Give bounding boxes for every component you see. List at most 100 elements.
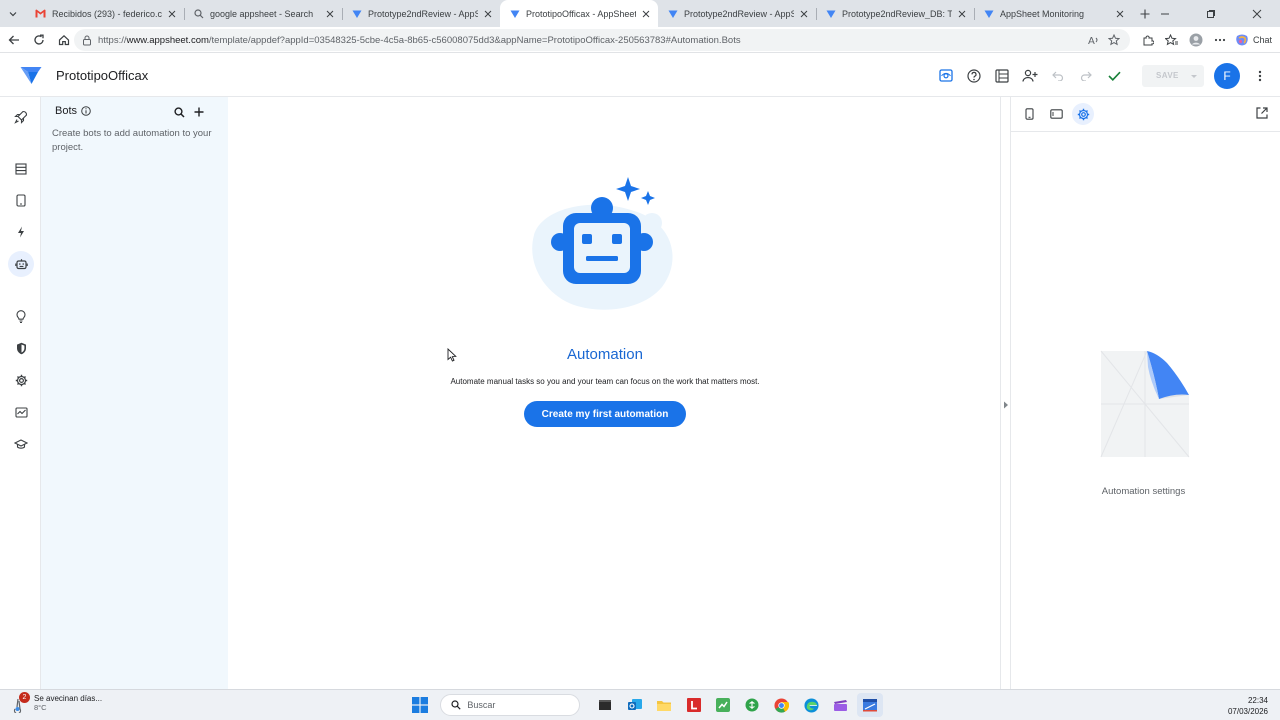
gear-icon: [15, 374, 27, 386]
chevron-down-icon: [9, 11, 17, 16]
address-bar[interactable]: https://www.appsheet.com/template/appdef…: [74, 29, 1130, 51]
copilot-chat-button[interactable]: Chat: [1235, 33, 1272, 47]
lock-icon[interactable]: [80, 33, 94, 47]
system-clock[interactable]: 22:34 07/03/2026: [1228, 695, 1268, 717]
phone-icon: [1024, 108, 1034, 120]
rail-item-data[interactable]: [8, 156, 34, 182]
verify-button[interactable]: [1098, 60, 1130, 92]
reload-button[interactable]: [27, 28, 51, 52]
clipchamp-app[interactable]: [828, 693, 854, 717]
panel-splitter[interactable]: [1000, 97, 1011, 689]
tab-title: AppSheet Monitoring: [1000, 8, 1085, 19]
outlook-app[interactable]: [622, 693, 648, 717]
rail-item-create[interactable]: [8, 104, 34, 130]
tablet-preview-button[interactable]: [1045, 103, 1067, 125]
terminal-icon: [599, 700, 612, 710]
temperature-text: 8°C: [34, 703, 47, 712]
close-icon[interactable]: [640, 8, 652, 20]
app-l[interactable]: [681, 693, 707, 717]
add-bot-button[interactable]: [191, 104, 207, 120]
weather-text: Se avecinan días...: [34, 694, 103, 703]
automation-settings-label: Automation settings: [1101, 486, 1186, 497]
profile-avatar[interactable]: [1187, 31, 1205, 49]
robot-icon: [14, 259, 28, 270]
app-green-circle[interactable]: [739, 693, 765, 717]
open-in-new-icon[interactable]: [1254, 105, 1270, 121]
active-taskbar-app[interactable]: [856, 693, 883, 717]
notification-badge: 2: [19, 692, 30, 703]
taskbar-search[interactable]: Buscar: [440, 694, 581, 716]
rail-item-security[interactable]: [8, 335, 34, 361]
extensions-icon[interactable]: [1139, 31, 1157, 49]
more-options-icon[interactable]: [1211, 31, 1229, 49]
rail-item-settings[interactable]: [8, 367, 34, 393]
close-icon[interactable]: [1114, 8, 1126, 20]
rail-item-actions[interactable]: [8, 219, 34, 245]
close-icon[interactable]: [482, 8, 494, 20]
close-icon[interactable]: [324, 8, 336, 20]
star-icon[interactable]: [1106, 32, 1122, 48]
browser-tab[interactable]: Prototype2ndReview_DB: Table 1 -: [816, 0, 974, 27]
chrome-app[interactable]: [769, 693, 795, 717]
close-icon[interactable]: [798, 8, 810, 20]
help-icon: [967, 68, 981, 83]
start-button[interactable]: [407, 693, 433, 717]
phone-icon: [16, 193, 26, 207]
automation-main: Automation Automate manual tasks so you …: [228, 97, 1000, 689]
close-icon[interactable]: [956, 8, 968, 20]
reload-icon: [34, 34, 44, 45]
save-button[interactable]: SAVE: [1142, 64, 1204, 87]
back-button[interactable]: [2, 28, 26, 52]
robot-illustration: [532, 177, 673, 310]
bots-panel: Bots Create bots to add automation to yo…: [41, 97, 228, 689]
rail-item-views[interactable]: [8, 187, 34, 213]
appsheet-logo-icon[interactable]: [20, 65, 42, 85]
browser-tab[interactable]: Prototype2ndReview - AppSheet: [658, 0, 816, 27]
rail-item-intelligence[interactable]: [8, 303, 34, 329]
home-button[interactable]: [52, 28, 76, 52]
tab-title: PrototipoOfficax - AppSheet: [526, 8, 636, 19]
automation-settings-tab[interactable]: [1072, 103, 1094, 125]
rocket-icon: [14, 110, 28, 124]
read-aloud-icon[interactable]: A: [1086, 32, 1102, 48]
browser-tab-active[interactable]: PrototipoOfficax - AppSheet: [500, 0, 658, 27]
terminal-app[interactable]: [592, 693, 618, 717]
mobile-preview-button[interactable]: [1018, 103, 1040, 125]
copilot-icon: [1236, 34, 1248, 46]
bots-empty-description: Create bots to add automation to your pr…: [52, 128, 212, 153]
search-icon: [193, 8, 204, 19]
more-options-button[interactable]: [1248, 64, 1272, 88]
app-green-chart[interactable]: [710, 693, 736, 717]
create-first-automation-button[interactable]: Create my first automation: [524, 401, 686, 427]
automation-subtitle: Automate manual tasks so you and your te…: [450, 377, 760, 386]
restore-button[interactable]: [1188, 0, 1234, 27]
close-window-button[interactable]: [1234, 0, 1280, 27]
home-icon: [58, 34, 70, 45]
browser-tab[interactable]: google appsheet - Search: [184, 0, 342, 27]
appsheet-icon: [351, 8, 362, 19]
plus-icon: [194, 107, 204, 117]
weather-widget[interactable]: 2 Se avecinan días... 8°C: [10, 692, 103, 713]
minimize-button[interactable]: [1142, 0, 1188, 27]
gmail-icon: [35, 8, 46, 19]
browser-tab[interactable]: AppSheet Monitoring: [974, 0, 1132, 27]
close-icon: [1252, 9, 1262, 18]
info-icon[interactable]: [81, 106, 91, 116]
rail-item-manage[interactable]: [8, 399, 34, 425]
tab-actions-menu-button[interactable]: [0, 0, 26, 27]
user-avatar[interactable]: F: [1214, 62, 1240, 89]
app-name[interactable]: PrototipoOfficax: [56, 68, 148, 83]
rail-item-automation[interactable]: [8, 251, 34, 277]
browser-tab[interactable]: Prototype2ndReview - AppSheet: [342, 0, 500, 27]
close-icon[interactable]: [166, 8, 178, 20]
preview-panel: Automation settings: [1011, 97, 1280, 689]
browser-tab[interactable]: Recibidos (293) - federico.castano: [26, 0, 184, 27]
edge-app[interactable]: [798, 693, 824, 717]
expand-panel-icon[interactable]: [1003, 401, 1009, 409]
more-vert-icon: [1258, 70, 1262, 81]
file-explorer-app[interactable]: [651, 693, 677, 717]
green-app-icon: [745, 698, 759, 712]
favorites-icon[interactable]: [1163, 31, 1181, 49]
search-bots-button[interactable]: [171, 104, 187, 120]
rail-item-learn[interactable]: [8, 431, 34, 457]
